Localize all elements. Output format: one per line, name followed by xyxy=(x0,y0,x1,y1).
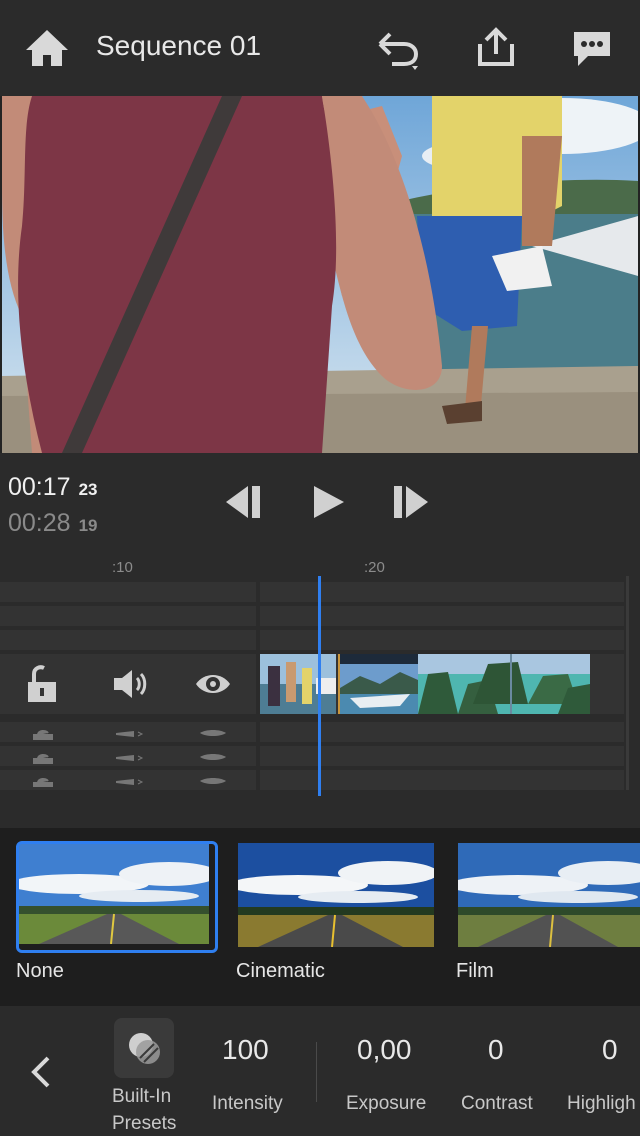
clip-thumbnail xyxy=(418,654,590,714)
total-frames: 19 xyxy=(78,516,98,535)
eye-icon xyxy=(196,675,230,693)
preset-label-none: None xyxy=(16,960,64,982)
clip-thumbnail xyxy=(260,654,336,714)
chevron-left-icon xyxy=(31,1056,50,1088)
current-time: 00:17 xyxy=(8,473,71,501)
contrast-label: Contrast xyxy=(461,1093,533,1114)
clip-2[interactable] xyxy=(338,654,418,714)
road-thumbnail xyxy=(458,843,640,947)
step-forward-button[interactable] xyxy=(390,484,432,520)
video-track[interactable] xyxy=(260,630,624,650)
clip-1[interactable] xyxy=(260,654,336,714)
builtin-label-line1: Built-In xyxy=(112,1086,172,1107)
mini-lock-icon xyxy=(33,729,53,788)
audio-track[interactable] xyxy=(260,746,624,766)
current-timecode: 00:17 23 xyxy=(8,473,97,502)
builtin-presets-button[interactable] xyxy=(114,1018,174,1078)
play-icon xyxy=(314,486,344,518)
bottom-toolbar xyxy=(0,1006,640,1136)
highlights-value[interactable]: 0 xyxy=(602,1034,618,1066)
clip-thumbnail xyxy=(340,654,418,714)
mini-eye-icon xyxy=(200,730,226,784)
preset-cinematic-thumbnail[interactable] xyxy=(238,843,434,947)
undo-icon xyxy=(378,32,419,70)
toolbar-divider xyxy=(316,1042,317,1102)
undo-button[interactable] xyxy=(374,30,424,72)
ruler-label: :20 xyxy=(364,559,385,576)
video-preview[interactable] xyxy=(2,96,638,453)
comments-button[interactable] xyxy=(570,28,614,70)
audio-track[interactable] xyxy=(260,722,624,742)
step-forward-icon xyxy=(394,486,428,518)
ruler-label: :10 xyxy=(112,559,133,576)
video-track[interactable] xyxy=(260,606,624,626)
step-back-button[interactable] xyxy=(222,484,264,520)
audio-lock-icons xyxy=(30,725,56,788)
highlights-label: Highligh xyxy=(567,1093,636,1114)
track-visibility-button[interactable] xyxy=(194,664,232,704)
total-time: 00:28 xyxy=(8,509,71,537)
audio-track[interactable] xyxy=(260,770,624,790)
intensity-label: Intensity xyxy=(212,1093,283,1114)
video-track[interactable] xyxy=(260,582,624,602)
comment-icon xyxy=(574,32,610,66)
share-icon xyxy=(478,27,514,66)
road-thumbnail xyxy=(238,843,434,947)
audio-icon xyxy=(114,670,147,698)
lock-icon xyxy=(28,665,56,702)
contrast-value[interactable]: 0 xyxy=(488,1034,504,1066)
builtin-label-line2: Presets xyxy=(112,1113,177,1134)
video-track-header xyxy=(0,606,256,626)
home-button[interactable] xyxy=(24,28,70,68)
current-frames: 23 xyxy=(78,480,98,499)
exposure-label: Exposure xyxy=(346,1093,427,1114)
track-lock-button[interactable] xyxy=(26,664,58,704)
track-audio-button[interactable] xyxy=(112,664,150,704)
mini-audio-icon xyxy=(116,731,144,785)
preset-label-cinematic: Cinematic xyxy=(236,960,325,982)
back-button[interactable] xyxy=(26,1052,56,1092)
preset-selection-outline xyxy=(16,841,218,953)
share-button[interactable] xyxy=(474,26,518,68)
timeline-scrollbar[interactable] xyxy=(626,576,629,790)
step-back-icon xyxy=(226,486,260,518)
home-icon xyxy=(26,30,68,66)
video-track-header xyxy=(0,630,256,650)
clip-3[interactable] xyxy=(418,654,590,714)
preset-film-thumbnail[interactable] xyxy=(458,843,640,947)
sequence-title: Sequence 01 xyxy=(96,30,262,61)
playhead[interactable] xyxy=(318,576,321,796)
total-timecode: 00:28 19 xyxy=(8,509,97,538)
audio-volume-icons xyxy=(114,727,148,787)
presets-icon xyxy=(129,1033,160,1064)
video-frame xyxy=(2,96,638,453)
audio-visibility-icons xyxy=(198,727,228,787)
intensity-value[interactable]: 100 xyxy=(222,1034,269,1066)
play-button[interactable] xyxy=(310,484,346,520)
preset-label-film: Film xyxy=(456,960,494,982)
exposure-value[interactable]: 0,00 xyxy=(357,1034,412,1066)
video-track-header xyxy=(0,582,256,602)
